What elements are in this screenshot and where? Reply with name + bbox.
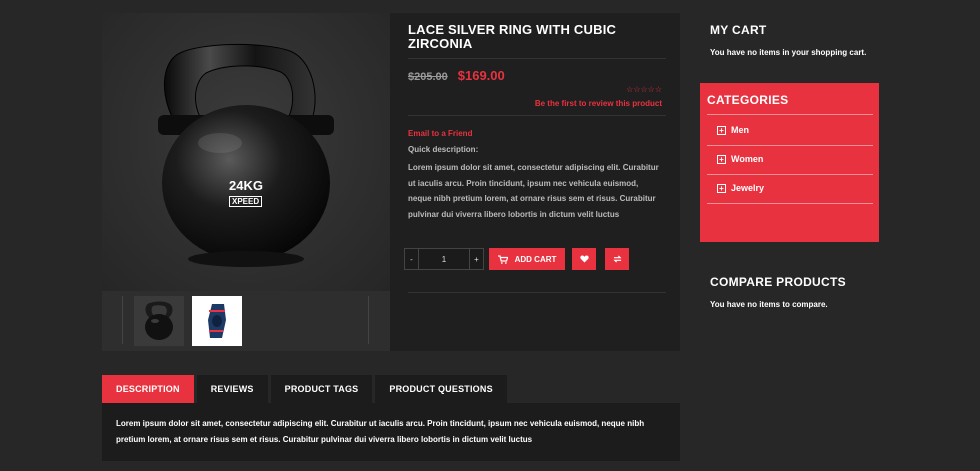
review-link[interactable]: Be the first to review this product [535, 99, 662, 108]
product-info-panel: LACE SILVER RING WITH CUBIC ZIRCONIA $20… [390, 13, 680, 351]
plus-square-icon: + [717, 183, 726, 193]
add-to-cart-label: ADD CART [514, 254, 557, 264]
category-item-jewelry[interactable]: + Jewelry [717, 183, 764, 193]
rating-stars: ☆☆☆☆☆ [626, 85, 662, 94]
product-main-image[interactable]: 24KG XPEED [102, 13, 390, 291]
tab-description[interactable]: DESCRIPTION [102, 375, 194, 403]
knee-brace-thumb-icon [208, 304, 226, 338]
product-title: LACE SILVER RING WITH CUBIC ZIRCONIA [408, 22, 617, 51]
compare-button[interactable] [605, 248, 629, 270]
add-to-cart-button[interactable]: ADD CART [489, 248, 565, 270]
divider [408, 292, 666, 293]
category-label: Men [731, 125, 749, 135]
my-cart-heading: MY CART [710, 23, 767, 37]
categories-heading: CATEGORIES [707, 93, 789, 107]
email-friend-link[interactable]: Email to a Friend [408, 129, 472, 138]
new-price: $169.00 [457, 68, 505, 83]
tab-product-tags[interactable]: PRODUCT TAGS [270, 375, 373, 403]
kettlebell-weight-label: 24KG [229, 178, 263, 193]
category-label: Women [731, 154, 764, 164]
cart-empty-text: You have no items in your shopping cart. [710, 48, 867, 57]
qty-input[interactable]: 1 [419, 249, 469, 269]
qty-minus-button[interactable]: - [405, 249, 419, 269]
kettlebell-image [158, 43, 334, 267]
description-panel: Lorem ipsum dolor sit amet, consectetur … [102, 403, 680, 461]
divider [408, 58, 666, 59]
plus-square-icon: + [717, 125, 726, 135]
cart-icon [497, 254, 508, 264]
old-price: $205.00 [408, 71, 448, 83]
categories-block: CATEGORIES + Men + Women + Jewelry [700, 83, 879, 242]
divider [707, 174, 873, 175]
tab-product-questions[interactable]: PRODUCT QUESTIONS [375, 375, 507, 403]
quick-description-label: Quick description: [408, 145, 479, 154]
thumbnail-knee-brace[interactable] [192, 296, 242, 346]
category-item-men[interactable]: + Men [717, 125, 749, 135]
divider [707, 203, 873, 204]
product-tabs: DESCRIPTION REVIEWS PRODUCT TAGS PRODUCT… [102, 375, 510, 403]
heart-icon [579, 255, 589, 263]
tab-reviews[interactable]: REVIEWS [196, 375, 268, 403]
category-label: Jewelry [731, 183, 765, 193]
kettlebell-brand-label: XPEED [229, 196, 263, 207]
price-row: $205.00 $169.00 [408, 68, 505, 83]
quantity-stepper: - 1 + [404, 248, 484, 270]
divider [707, 145, 873, 146]
qty-plus-button[interactable]: + [469, 249, 483, 269]
compare-products-heading: COMPARE PRODUCTS [710, 275, 846, 289]
thumb-divider [122, 296, 123, 344]
divider [707, 114, 873, 115]
product-gallery: 24KG XPEED [102, 13, 390, 351]
wishlist-button[interactable] [572, 248, 596, 270]
plus-square-icon: + [717, 154, 726, 164]
thumbnail-kettlebell[interactable] [134, 296, 184, 346]
quick-description-text: Lorem ipsum dolor sit amet, consectetur … [408, 163, 659, 219]
thumbnail-strip [102, 291, 390, 351]
category-item-women[interactable]: + Women [717, 154, 763, 164]
compare-icon [612, 255, 622, 263]
divider [408, 115, 666, 116]
thumb-divider [368, 296, 369, 344]
kettlebell-thumb-icon [145, 301, 173, 340]
description-text: Lorem ipsum dolor sit amet, consectetur … [116, 419, 645, 444]
compare-empty-text: You have no items to compare. [710, 300, 828, 309]
